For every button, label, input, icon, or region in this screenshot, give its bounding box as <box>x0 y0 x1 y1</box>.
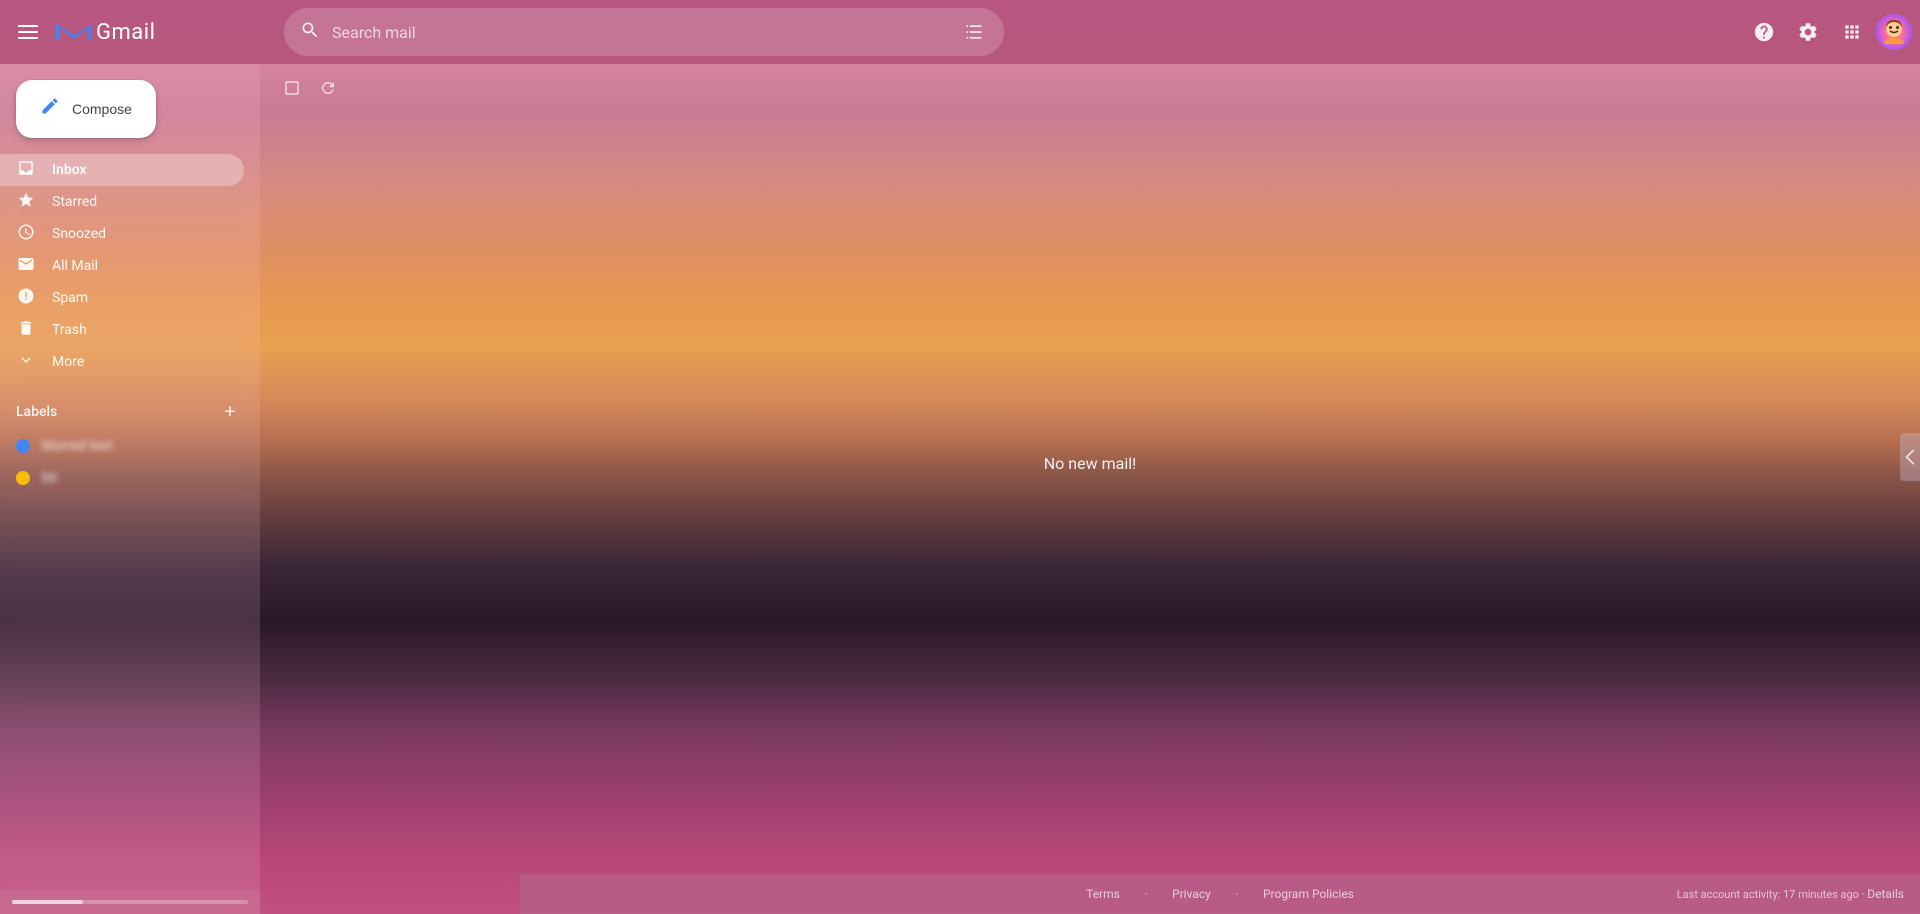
footer-activity-text: Last account activity: 17 minutes ago <box>1677 888 1859 901</box>
sidebar-item-starred-label: Starred <box>52 194 97 210</box>
sidebar-item-trash-label: Trash <box>52 322 87 338</box>
footer-program-policies-link[interactable]: Program Policies <box>1263 887 1354 901</box>
footer-activity: Last account activity: 17 minutes ago · … <box>1677 887 1904 901</box>
refresh-button[interactable] <box>312 72 344 104</box>
gmail-logo: Gmail <box>56 18 155 46</box>
spam-icon <box>16 287 36 310</box>
select-all-button[interactable] <box>276 72 308 104</box>
search-options-icon <box>964 22 984 42</box>
google-m-icon <box>56 18 92 46</box>
settings-icon <box>1797 21 1819 43</box>
help-icon <box>1753 21 1775 43</box>
header-left: Gmail <box>8 12 268 52</box>
avatar-icon <box>1876 14 1912 50</box>
sidebar-item-all-mail[interactable]: All Mail <box>0 250 244 282</box>
refresh-icon <box>319 79 337 97</box>
label-text-2: blr <box>42 470 58 486</box>
sidebar-item-more-label: More <box>52 354 84 370</box>
labels-title: Labels <box>16 404 57 420</box>
compose-label: Compose <box>72 101 132 117</box>
search-icon <box>300 20 320 45</box>
sidebar-item-snoozed-label: Snoozed <box>52 226 106 242</box>
sidebar-item-more[interactable]: More <box>0 346 244 378</box>
checkbox-icon <box>283 79 301 97</box>
help-button[interactable] <box>1744 12 1784 52</box>
trash-icon <box>16 319 36 342</box>
compose-pen-icon <box>40 96 60 122</box>
apps-icon <box>1842 22 1862 42</box>
app-header: Gmail <box>0 0 1920 64</box>
search-input[interactable] <box>332 23 948 42</box>
sidebar-nav: Inbox Starred Snoozed <box>0 154 260 378</box>
footer-separator-2: · <box>1235 885 1239 904</box>
storage-bar-track <box>12 900 248 904</box>
footer-terms-link[interactable]: Terms <box>1086 887 1120 901</box>
label-text-1: blurred text <box>42 438 113 454</box>
footer-privacy-link[interactable]: Privacy <box>1172 887 1211 901</box>
sidebar-item-snoozed[interactable]: Snoozed <box>0 218 244 250</box>
star-icon <box>16 191 36 214</box>
menu-button[interactable] <box>8 12 48 52</box>
chevron-left-icon <box>1904 447 1916 467</box>
sidebar-item-starred[interactable]: Starred <box>0 186 244 218</box>
label-dot-1 <box>16 439 30 453</box>
footer-separator-1: · <box>1144 885 1148 904</box>
apps-button[interactable] <box>1832 12 1872 52</box>
content-footer: Terms · Privacy · Program Policies Last … <box>520 874 1920 914</box>
gmail-wordmark: Gmail <box>96 20 155 45</box>
labels-section: Labels + blurred text blr <box>0 394 260 494</box>
sidebar-item-inbox[interactable]: Inbox <box>0 154 244 186</box>
storage-bar-fill <box>12 900 83 904</box>
chevron-down-icon <box>16 351 36 374</box>
all-mail-icon <box>16 255 36 278</box>
sidebar-item-spam[interactable]: Spam <box>0 282 244 314</box>
inbox-icon <box>16 159 36 182</box>
avatar[interactable] <box>1876 14 1912 50</box>
clock-icon <box>16 223 36 246</box>
compose-button[interactable]: Compose <box>16 80 156 138</box>
sidebar-item-all-mail-label: All Mail <box>52 258 98 274</box>
add-label-button[interactable]: + <box>216 398 244 426</box>
main-content: No new mail! Terms · Privacy · Program P… <box>260 64 1920 914</box>
sidebar-item-trash[interactable]: Trash <box>0 314 244 346</box>
toolbar <box>260 64 1920 112</box>
search-input-wrapper <box>284 8 1004 56</box>
sidebar-item-inbox-label: Inbox <box>52 162 87 178</box>
footer-details-link[interactable]: Details <box>1867 887 1904 901</box>
label-item-2[interactable]: blr <box>16 462 244 494</box>
sidebar-item-spam-label: Spam <box>52 290 88 306</box>
labels-header: Labels + <box>16 394 244 430</box>
hamburger-icon <box>18 22 38 42</box>
storage-bar <box>0 890 260 914</box>
no-mail-message: No new mail! <box>260 112 1920 914</box>
header-right <box>1744 12 1912 52</box>
sidebar: Compose Inbox Starred <box>0 64 260 914</box>
search-options-button[interactable] <box>960 18 988 46</box>
search-bar <box>284 8 1004 56</box>
label-dot-2 <box>16 471 30 485</box>
collapse-sidebar-button[interactable] <box>1900 433 1920 481</box>
no-mail-text: No new mail! <box>1044 454 1136 473</box>
settings-button[interactable] <box>1788 12 1828 52</box>
label-item-1[interactable]: blurred text <box>16 430 244 462</box>
